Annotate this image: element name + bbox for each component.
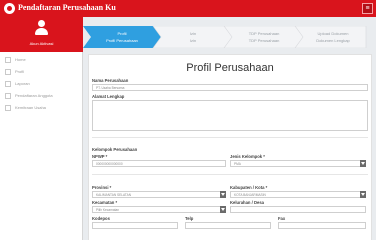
step-title: Profil: [117, 31, 127, 36]
user-name: Akun Aktivasi: [29, 41, 54, 46]
kelompok-heading: Kelompok Perusahaan: [92, 147, 138, 152]
provinsi-value: KALIMANTAN SELATAN: [96, 193, 132, 197]
sidebar-item-label: Kemitraan Usaha: [15, 105, 46, 110]
sidebar-item-label: Profil: [15, 69, 25, 74]
kelurahan-label: Kelurahan / Desa: [230, 200, 264, 205]
step-title: Izin: [189, 31, 197, 36]
main-content: Profil Profil Perusahaan Izin Izin TDP P…: [83, 17, 376, 240]
kodepos-label: Kodepos: [92, 216, 110, 221]
sidebar-item-label: Laporan: [15, 81, 30, 86]
kecamatan-select[interactable]: Pilih Kecamatan: [92, 206, 226, 213]
nama-perusahaan-value: PT. Usaha Bersama: [96, 86, 125, 90]
page-title: Profil Perusahaan: [186, 62, 274, 74]
chevron-down-icon: [220, 191, 226, 198]
jenis-kelompok-label: Jenis Kelompok *: [230, 154, 265, 159]
step-subtitle: Profil Perusahaan: [106, 38, 138, 43]
telp-input[interactable]: [185, 222, 271, 229]
provinsi-select[interactable]: KALIMANTAN SELATAN: [92, 191, 226, 198]
divider: [92, 137, 368, 138]
sidebar-item-label: Home: [15, 57, 26, 62]
step-subtitle: Dokumen Lengkap: [316, 38, 350, 43]
sidebar-item-label: Pendaftaran Anggota: [15, 93, 53, 98]
divider: [92, 174, 368, 175]
fax-label: Fax: [278, 216, 286, 221]
step-dokumen[interactable]: Upload Dokumen Dokumen Lengkap: [300, 26, 366, 48]
step-subtitle: TDP Perusahaan: [248, 38, 280, 43]
app-title: Pendaftaran Perusahaan Ku: [18, 3, 116, 12]
home-icon: [5, 57, 11, 63]
fax-input[interactable]: [278, 222, 366, 229]
step-title: TDP Perusahaan: [248, 31, 280, 36]
logo-icon: [4, 3, 15, 14]
document-icon: [5, 81, 11, 87]
chevron-down-icon: [360, 160, 366, 167]
kabupaten-label: Kabupaten / Kota *: [230, 185, 268, 190]
nama-perusahaan-input[interactable]: PT. Usaha Bersama: [92, 84, 368, 91]
sidebar-item-pendaftaran[interactable]: Pendaftaran Anggota: [0, 90, 83, 102]
user-panel: Akun Aktivasi: [0, 17, 83, 52]
sidebar: Akun Aktivasi Home Profil Laporan Pendaf…: [0, 17, 83, 240]
npwp-value: 000000000000000: [96, 162, 123, 166]
avatar: [35, 20, 48, 36]
sidebar-item-home[interactable]: Home: [0, 54, 83, 66]
user-icon: [5, 69, 11, 75]
sidebar-item-kemitraan[interactable]: Kemitraan Usaha: [0, 102, 83, 114]
nama-label: Nama Perusahaan: [92, 78, 129, 83]
sidebar-item-laporan[interactable]: Laporan: [0, 78, 83, 90]
chevron-down-icon: [360, 191, 366, 198]
kecamatan-label: Kecamatan *: [92, 200, 118, 205]
kodepos-input[interactable]: [92, 222, 178, 229]
menu-button[interactable]: ≡: [362, 3, 373, 14]
top-bar: Pendaftaran Perusahaan Ku ≡: [0, 0, 376, 17]
jenis-kelompok-value: PMA: [234, 162, 241, 166]
handshake-icon: [5, 105, 11, 111]
provinsi-label: Provinsi *: [92, 185, 112, 190]
alamat-textarea[interactable]: [92, 100, 368, 131]
step-subtitle: Izin: [189, 38, 197, 43]
telp-label: Telp: [185, 216, 194, 221]
kabupaten-select[interactable]: KOTA BANJARMASIN: [230, 191, 366, 198]
chevron-down-icon: [220, 206, 226, 213]
alamat-label: Alamat Lengkap: [92, 94, 125, 99]
avatar-head-icon: [38, 20, 45, 27]
step-tdp[interactable]: TDP Perusahaan TDP Perusahaan: [229, 26, 299, 48]
users-icon: [5, 93, 11, 99]
kelurahan-input[interactable]: [230, 206, 366, 213]
avatar-body-icon: [35, 28, 48, 35]
step-profil[interactable]: Profil Profil Perusahaan: [87, 26, 157, 48]
app-window: Pendaftaran Perusahaan Ku ≡ Akun Aktivas…: [0, 0, 376, 240]
step-izin[interactable]: Izin Izin: [158, 26, 228, 48]
wizard-stepper: Profil Profil Perusahaan Izin Izin TDP P…: [83, 26, 367, 48]
npwp-label: NPWP *: [92, 154, 108, 159]
jenis-kelompok-select[interactable]: PMA: [230, 160, 366, 167]
bars-icon: ≡: [365, 5, 370, 12]
npwp-input[interactable]: 000000000000000: [92, 160, 226, 167]
profile-form-panel: Profil Perusahaan Nama Perusahaan PT. Us…: [88, 54, 372, 240]
kabupaten-value: KOTA BANJARMASIN: [234, 193, 266, 197]
kecamatan-value: Pilih Kecamatan: [96, 208, 120, 212]
sidebar-item-profil[interactable]: Profil: [0, 66, 83, 78]
step-title: Upload Dokumen: [317, 31, 349, 36]
